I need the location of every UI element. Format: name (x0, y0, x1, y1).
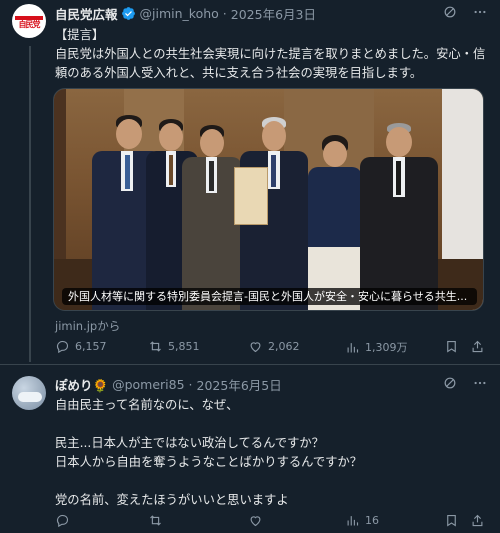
like-count: 2,062 (268, 340, 300, 353)
bookmark-icon (447, 514, 456, 527)
like-button[interactable] (248, 513, 263, 528)
views-icon (347, 342, 359, 352)
link-card-title: 外国人材等に関する特別委員会提言-国民と外国人が安全・安心に暮らせる共生... (62, 288, 477, 305)
share-button[interactable] (470, 339, 485, 354)
photo-person (182, 125, 242, 310)
reply-button[interactable] (55, 513, 70, 528)
like-icon (250, 342, 261, 353)
user-handle[interactable]: @pomeri85 (112, 377, 184, 392)
like-icon (250, 516, 261, 527)
reply-count: 6,157 (75, 340, 107, 353)
more-icon[interactable] (472, 375, 488, 391)
tweet-text: 【提言】 自民党は外国人との共生社会実現に向けた提言を取りまとめました。安心・信… (55, 28, 486, 80)
reply-icon (56, 514, 69, 528)
bookmark-button[interactable] (444, 513, 459, 528)
separator-dot: · (188, 376, 193, 392)
repost-button[interactable]: 5,851 (148, 339, 200, 354)
grok-icon[interactable] (442, 375, 458, 391)
share-icon (472, 514, 483, 527)
more-icon[interactable] (472, 4, 488, 20)
tweet-header: 自民党広報 @jimin_koho · 2025年6月3日 (55, 4, 316, 22)
views-icon (347, 516, 359, 526)
bookmark-icon (447, 340, 456, 353)
verified-badge-icon (121, 6, 136, 21)
bookmark-button[interactable] (444, 339, 459, 354)
repost-icon (150, 515, 161, 526)
tweet-text: 自由民主って名前なのに、なぜ、 民主...日本人が主ではない政治してるんですか？… (55, 398, 363, 507)
link-card-source[interactable]: jimin.jpから (55, 318, 120, 334)
tweet-date[interactable]: 2025年6月3日 (231, 4, 316, 23)
avatar[interactable]: 自民党 (12, 4, 46, 38)
display-name[interactable]: ぽめり🌻 (55, 375, 108, 394)
tweet-divider (0, 364, 500, 365)
tweet-actions: 16 (0, 511, 500, 531)
tweet-actions: 6,157 5,851 2,062 1,309万 (0, 337, 500, 357)
separator-dot: · (222, 5, 227, 21)
tweet-top-actions (442, 375, 488, 391)
tweet-main[interactable]: 自民党 自民党広報 @jimin_koho · 2025年6月3日 【提言】 自… (0, 0, 500, 362)
thread-connector (29, 46, 31, 362)
view-count: 16 (365, 514, 379, 527)
tweet-top-actions (442, 4, 488, 20)
repost-count: 5,851 (168, 340, 200, 353)
avatar[interactable] (12, 376, 46, 410)
photo-person (308, 135, 362, 310)
share-icon (472, 340, 483, 353)
grok-icon[interactable] (442, 4, 458, 20)
share-button[interactable] (470, 513, 485, 528)
reply-icon (56, 340, 69, 354)
tweet-date[interactable]: 2025年6月5日 (197, 375, 282, 394)
link-card-image[interactable]: 外国人材等に関する特別委員会提言-国民と外国人が安全・安心に暮らせる共生... (53, 88, 484, 311)
repost-icon (150, 341, 161, 352)
view-count: 1,309万 (365, 341, 408, 354)
repost-button[interactable] (148, 513, 163, 528)
user-handle[interactable]: @jimin_koho (140, 6, 219, 21)
display-name[interactable]: 自民党広報 (55, 4, 118, 23)
views-button[interactable]: 1,309万 (345, 339, 408, 355)
like-button[interactable]: 2,062 (248, 339, 300, 354)
reply-button[interactable]: 6,157 (55, 339, 107, 354)
avatar-logo-text: 自民党 (18, 20, 41, 29)
tweet-header: ぽめり🌻 @pomeri85 · 2025年6月5日 (55, 375, 282, 393)
photo-document (234, 167, 268, 225)
photo-person (360, 123, 438, 310)
views-button[interactable]: 16 (345, 513, 379, 528)
